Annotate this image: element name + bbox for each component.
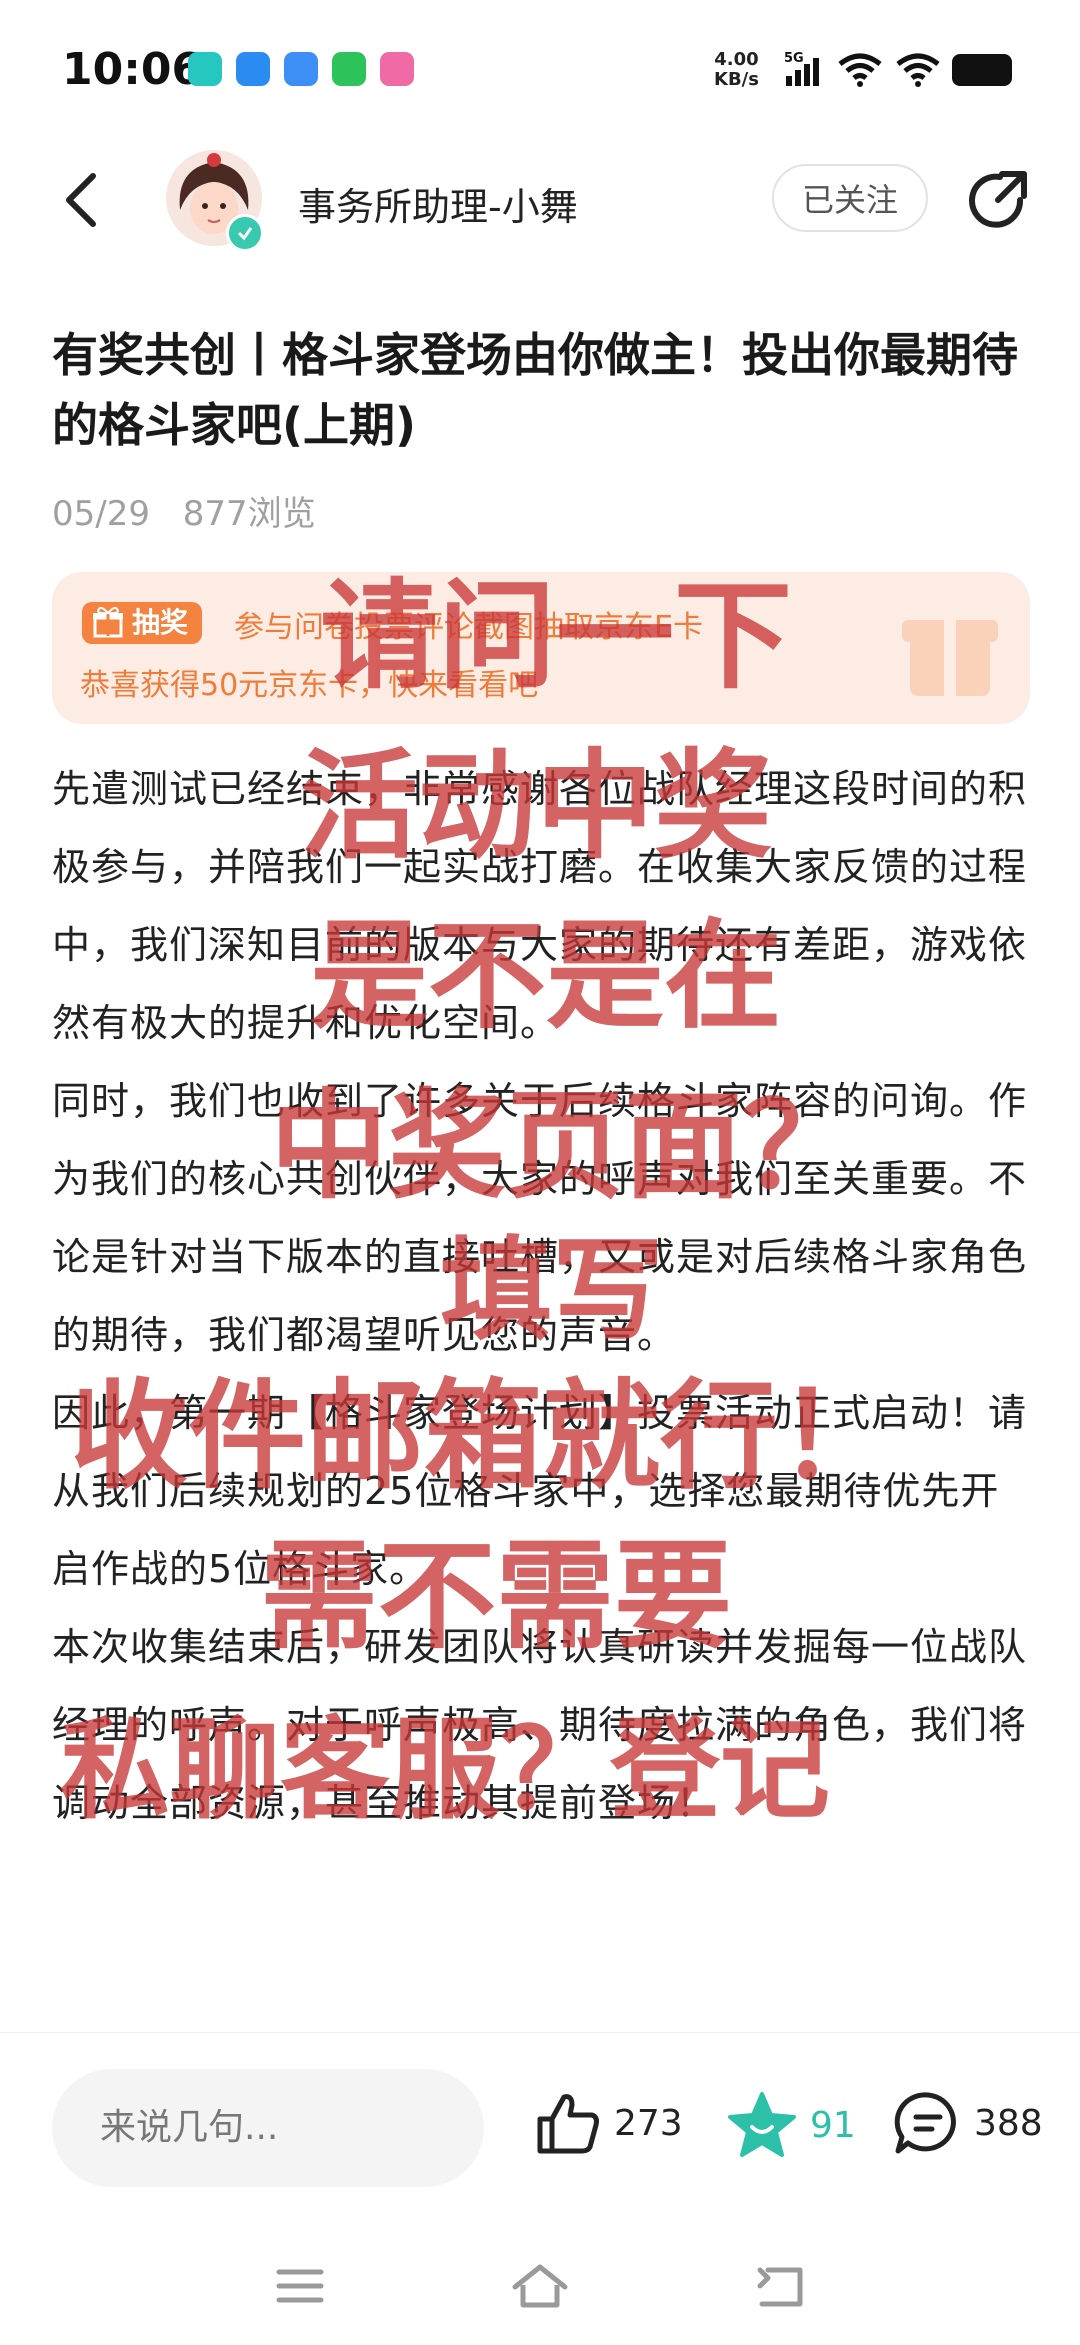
browser-app-icon	[236, 52, 270, 86]
system-nav-bar	[0, 2232, 1080, 2345]
nav-menu-button[interactable]	[270, 2260, 330, 2312]
status-bar: 10:06 4.00 KB/s 5G	[0, 0, 1080, 140]
comment-button[interactable]: 388	[894, 2091, 1043, 2155]
post-header: 事务所助理-小舞 已关注	[0, 140, 1080, 260]
post-paragraph: 因此，第一期【格斗家登场计划】投票活动正式启动！请从我们后续规划的25位格斗家中…	[52, 1391, 1028, 1591]
back-button[interactable]	[56, 170, 106, 230]
post-paragraph: 本次收集结束后，研发团队将认真研读并发掘每一位战队经理的呼声。对于呼声极高、期待…	[52, 1625, 1028, 1825]
nav-home-button[interactable]	[510, 2260, 570, 2312]
menu-icon	[276, 2269, 324, 2303]
lottery-tag: 抽奖	[82, 602, 203, 644]
nav-back-button[interactable]	[750, 2260, 810, 2312]
wifi-icon-secondary	[896, 53, 940, 87]
post-date: 05/29	[52, 494, 150, 534]
return-icon	[757, 2267, 803, 2307]
comment-bubble-icon	[894, 2092, 956, 2154]
bottom-action-bar: 来说几句... 273 91 388	[0, 2032, 1080, 2233]
post-views: 877浏览	[182, 494, 316, 534]
gift-icon	[93, 607, 123, 638]
net-speed-unit: KB/s	[714, 69, 759, 90]
share-button[interactable]	[964, 168, 1030, 234]
verified-badge-icon	[226, 214, 264, 252]
share-icon	[969, 171, 1027, 228]
gift-decoration-icon	[902, 620, 998, 696]
status-time: 10:06	[62, 44, 203, 95]
author-name[interactable]: 事务所助理-小舞	[298, 176, 578, 231]
lottery-tag-label: 抽奖	[132, 606, 189, 639]
lottery-banner[interactable]: 抽奖 参与问卷投票评论截图抽取京东E卡 恭喜获得50元京东卡，快来看看吧	[52, 572, 1030, 724]
bilibili-app-icon	[380, 52, 414, 86]
notification-app-icons	[188, 52, 414, 86]
content-fade	[0, 1950, 1080, 2032]
star-icon	[728, 2092, 796, 2157]
post-title: 有奖共创丨格斗家登场由你做主！投出你最期待的格斗家吧(上期)	[52, 328, 1018, 452]
comment-input[interactable]: 来说几句...	[52, 2069, 484, 2187]
post-body: 先遣测试已经结束，非常感谢各位战队经理这段时间的积极参与，并陪我们一起实战打磨。…	[52, 750, 1032, 2032]
post-paragraph: 先遣测试已经结束，非常感谢各位战队经理这段时间的积极参与，并陪我们一起实战打磨。…	[52, 767, 1028, 1045]
like-button[interactable]: 273	[534, 2091, 683, 2155]
taptap-app-icon	[188, 52, 222, 86]
home-icon	[512, 2264, 568, 2308]
thumbs-up-icon	[537, 2094, 599, 2154]
lottery-description: 参与问卷投票评论截图抽取京东E卡	[234, 610, 703, 645]
wifi-icon	[838, 53, 882, 87]
follow-button[interactable]: 已关注	[772, 164, 928, 232]
network-type-label: 5G	[784, 51, 804, 66]
lottery-result: 恭喜获得50元京东卡，快来看看吧	[80, 668, 539, 703]
collect-button[interactable]: 91	[726, 2091, 856, 2159]
wechat-app-icon	[332, 52, 366, 86]
assistant-app-icon	[284, 52, 318, 86]
cellular-signal-icon: 5G	[784, 51, 819, 86]
chevron-left-icon	[66, 173, 96, 227]
battery-icon	[952, 54, 1012, 86]
net-speed: 4.00 KB/s	[714, 50, 759, 90]
post-meta: 05/29 877浏览	[52, 486, 338, 535]
collect-count: 91	[810, 2104, 856, 2146]
comment-count: 388	[974, 2102, 1043, 2144]
net-speed-value: 4.00	[714, 49, 759, 70]
signal-group: 5G	[784, 50, 940, 88]
like-count: 273	[614, 2102, 683, 2144]
post-paragraph: 同时，我们也收到了许多关于后续格斗家阵容的问询。作为我们的核心共创伙伴，大家的呼…	[52, 1079, 1028, 1357]
